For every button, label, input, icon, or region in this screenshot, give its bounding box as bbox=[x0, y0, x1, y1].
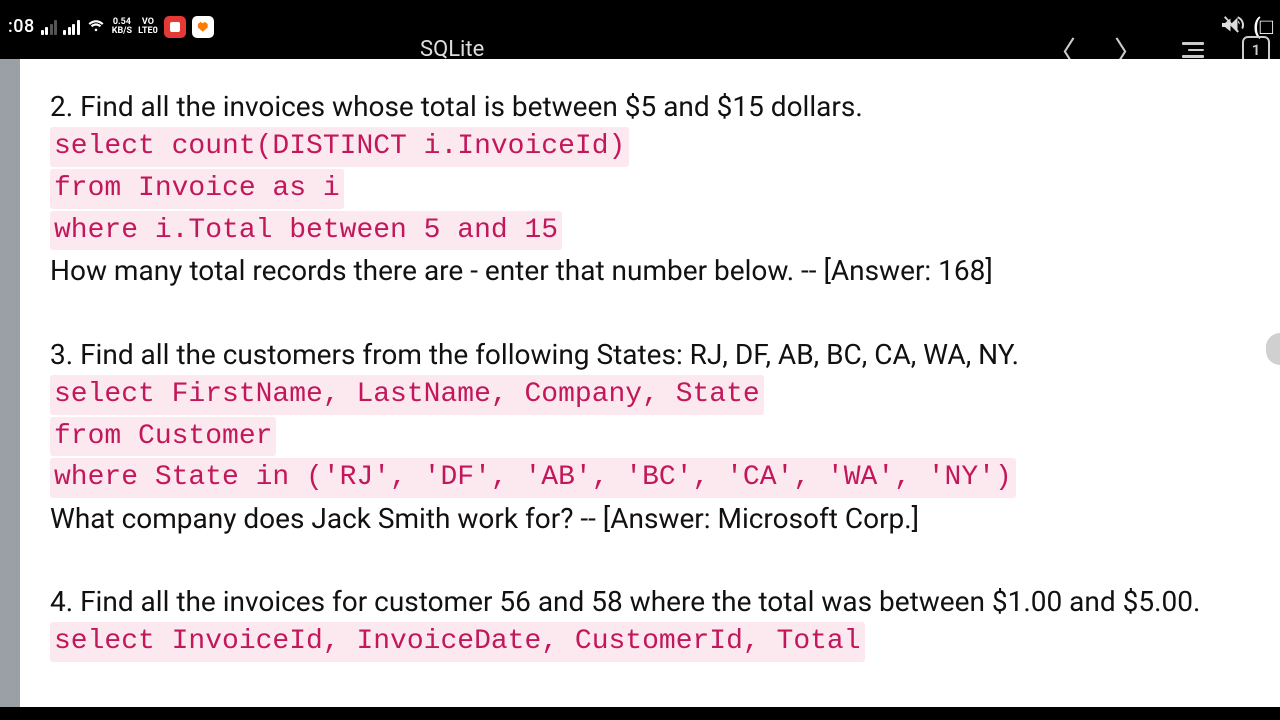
question-3-block: 3. Find all the customers from the follo… bbox=[50, 335, 1280, 539]
question-2-prompt: 2. Find all the invoices whose total is … bbox=[50, 87, 1280, 126]
question-3-code: select FirstName, LastName, Company, Sta… bbox=[50, 374, 1280, 499]
signal-sim1-icon bbox=[41, 19, 58, 35]
content-area: 2. Find all the invoices whose total is … bbox=[0, 59, 1280, 707]
question-4-code: select InvoiceId, InvoiceDate, CustomerI… bbox=[50, 621, 1280, 663]
status-left-cluster: :08 0.54 KB/S VO LTE0 bbox=[8, 15, 214, 39]
document-page[interactable]: 2. Find all the invoices whose total is … bbox=[20, 59, 1280, 707]
question-4-prompt: 4. Find all the invoices for customer 56… bbox=[50, 582, 1280, 621]
left-gutter bbox=[0, 59, 20, 707]
code-line: select FirstName, LastName, Company, Sta… bbox=[50, 375, 764, 415]
wifi-icon bbox=[86, 15, 106, 39]
device-top-letterbox bbox=[0, 0, 1280, 13]
code-line: select InvoiceId, InvoiceDate, CustomerI… bbox=[50, 622, 865, 662]
clock: :08 bbox=[8, 16, 35, 37]
code-line: from Customer bbox=[50, 417, 276, 457]
code-line: from Invoice as i bbox=[50, 169, 344, 209]
question-2-block: 2. Find all the invoices whose total is … bbox=[50, 87, 1280, 291]
net-speed-unit: KB/S bbox=[112, 27, 132, 36]
code-line: where i.Total between 5 and 15 bbox=[50, 211, 562, 251]
recording-app-icon bbox=[164, 16, 186, 38]
code-line: where State in ('RJ', 'DF', 'AB', 'BC', … bbox=[50, 458, 1016, 498]
volte-indicator: VO LTE0 bbox=[138, 18, 158, 36]
menu-button[interactable] bbox=[1182, 42, 1204, 58]
question-2-code: select count(DISTINCT i.InvoiceId) from … bbox=[50, 126, 1280, 251]
code-line: select count(DISTINCT i.InvoiceId) bbox=[50, 127, 629, 167]
question-3-prompt: 3. Find all the customers from the follo… bbox=[50, 335, 1280, 374]
question-2-answer: How many total records there are - enter… bbox=[50, 251, 1280, 290]
signal-sim2-icon bbox=[63, 19, 80, 35]
notification-app-icon bbox=[192, 16, 214, 38]
device-bottom-letterbox bbox=[0, 707, 1280, 720]
browser-toolbar: SQLite 〈 〉 1 bbox=[0, 41, 1280, 59]
question-3-answer: What company does Jack Smith work for? -… bbox=[50, 499, 1280, 538]
tab-count: 1 bbox=[1252, 41, 1261, 59]
network-speed-indicator: 0.54 KB/S bbox=[112, 18, 132, 36]
question-4-block: 4. Find all the invoices for customer 56… bbox=[50, 582, 1280, 663]
volte-bottom: LTE0 bbox=[138, 27, 158, 36]
